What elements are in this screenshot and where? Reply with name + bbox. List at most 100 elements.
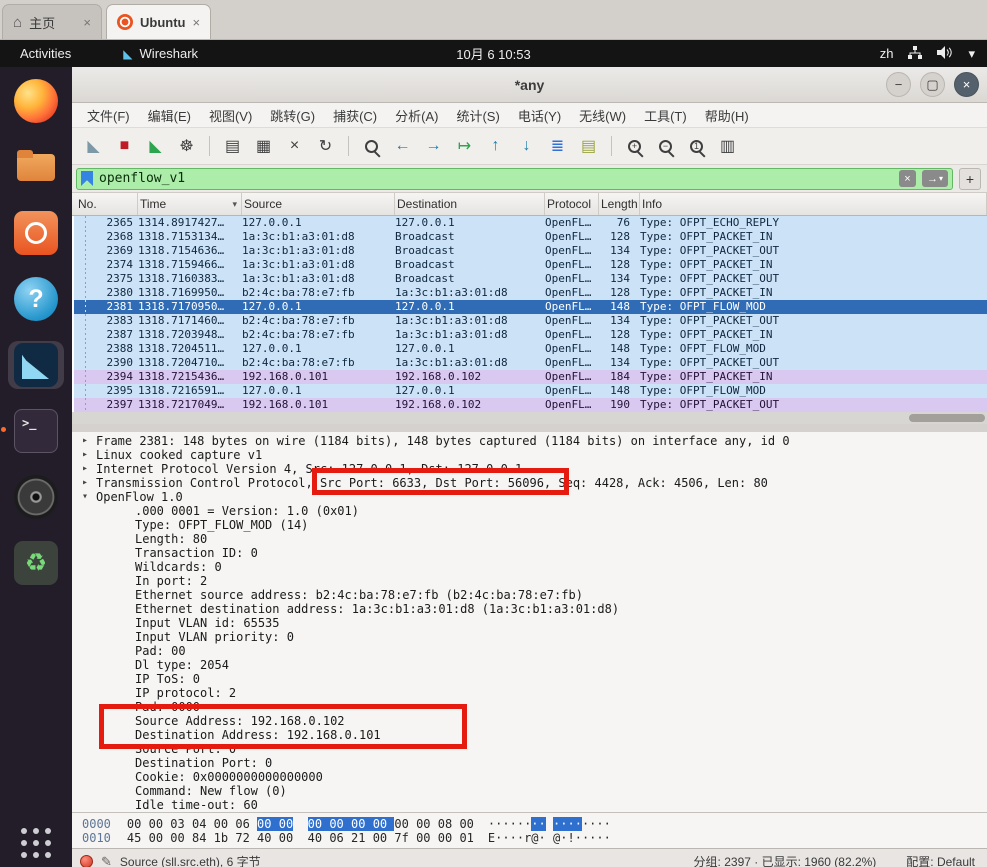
- expander-icon[interactable]: [121, 560, 135, 574]
- detail-line[interactable]: Pad: 0000: [82, 700, 987, 714]
- expander-icon[interactable]: [121, 728, 135, 742]
- column-header[interactable]: Protocol: [545, 193, 599, 215]
- packet-row[interactable]: 2381 1318.7170950… 127.0.0.1 127.0.0.1 O…: [74, 300, 987, 314]
- expander-icon[interactable]: [121, 798, 135, 812]
- detail-line[interactable]: Input VLAN id: 65535: [82, 616, 987, 630]
- expander-icon[interactable]: [121, 532, 135, 546]
- column-header[interactable]: Length: [599, 193, 640, 215]
- pane-splitter[interactable]: [72, 424, 987, 432]
- help-icon[interactable]: ?: [8, 275, 64, 323]
- expander-icon[interactable]: [121, 588, 135, 602]
- detail-line[interactable]: Frame 2381: 148 bytes on wire (1184 bits…: [82, 434, 987, 448]
- detail-line[interactable]: Source Port: 0: [82, 742, 987, 756]
- zoom-in-button[interactable]: +: [621, 133, 648, 160]
- hex-row[interactable]: 0000 00 00 03 04 00 06 00 00 00 00 00 00 …: [82, 817, 987, 831]
- zoom-reset-button[interactable]: 1: [683, 133, 710, 160]
- detail-line[interactable]: Destination Address: 192.168.0.101: [82, 728, 987, 742]
- tab-home[interactable]: ⌂ 主页 ×: [2, 4, 102, 39]
- expander-icon[interactable]: [82, 448, 96, 462]
- expander-icon[interactable]: [121, 742, 135, 756]
- detail-line[interactable]: Linux cooked capture v1: [82, 448, 987, 462]
- firefox-icon[interactable]: [8, 77, 64, 125]
- detail-line[interactable]: Source Address: 192.168.0.102: [82, 714, 987, 728]
- detail-line[interactable]: Type: OFPT_FLOW_MOD (14): [82, 518, 987, 532]
- expander-icon[interactable]: [121, 700, 135, 714]
- scrollbar-thumb[interactable]: [909, 414, 985, 422]
- system-menu-caret-icon[interactable]: ▾: [968, 46, 975, 62]
- find-packet-button[interactable]: [358, 133, 385, 160]
- detail-line[interactable]: IP ToS: 0: [82, 672, 987, 686]
- close-tab-icon[interactable]: ×: [192, 15, 200, 30]
- media-disc-icon[interactable]: [8, 473, 64, 521]
- expander-icon[interactable]: [121, 770, 135, 784]
- bookmark-icon[interactable]: [81, 171, 93, 186]
- menu-help[interactable]: 帮助(H): [696, 103, 758, 128]
- show-applications-button[interactable]: [21, 828, 51, 858]
- detail-line[interactable]: Dl type: 2054: [82, 658, 987, 672]
- detail-line[interactable]: OpenFlow 1.0: [82, 490, 987, 504]
- reload-button[interactable]: ↻: [312, 133, 339, 160]
- menu-edit[interactable]: 编辑(E): [139, 103, 200, 128]
- open-file-button[interactable]: ▤: [219, 133, 246, 160]
- zoom-out-button[interactable]: −: [652, 133, 679, 160]
- go-back-button[interactable]: ←: [389, 133, 416, 160]
- go-to-packet-button[interactable]: ↦: [451, 133, 478, 160]
- packet-row[interactable]: 2368 1318.7153134… 1a:3c:b1:a3:01:d8 Bro…: [74, 230, 987, 244]
- capture-comment-icon[interactable]: ✎: [101, 854, 112, 867]
- apply-filter-button[interactable]: → ▾: [922, 170, 948, 187]
- packet-row[interactable]: 2394 1318.7215436… 192.168.0.101 192.168…: [74, 370, 987, 384]
- resize-columns-button[interactable]: ▥: [714, 133, 741, 160]
- toolbar-separator[interactable]: [348, 136, 349, 156]
- expander-icon[interactable]: [121, 784, 135, 798]
- detail-line[interactable]: Destination Port: 0: [82, 756, 987, 770]
- files-icon[interactable]: [8, 143, 64, 191]
- packet-row[interactable]: 2365 1314.8917427… 127.0.0.1 127.0.0.1 O…: [74, 216, 987, 230]
- wireshark-dock-icon[interactable]: [8, 341, 64, 389]
- packet-row[interactable]: 2397 1318.7217049… 192.168.0.101 192.168…: [74, 398, 987, 412]
- packet-row[interactable]: 2369 1318.7154636… 1a:3c:b1:a3:01:d8 Bro…: [74, 244, 987, 258]
- expander-icon[interactable]: [121, 756, 135, 770]
- detail-line[interactable]: Ethernet source address: b2:4c:ba:78:e7:…: [82, 588, 987, 602]
- menu-tools[interactable]: 工具(T): [635, 103, 696, 128]
- close-file-button[interactable]: ×: [281, 133, 308, 160]
- expander-icon[interactable]: [121, 518, 135, 532]
- menu-go[interactable]: 跳转(G): [261, 103, 324, 128]
- expander-icon[interactable]: [121, 630, 135, 644]
- packet-row[interactable]: 2375 1318.7160383… 1a:3c:b1:a3:01:d8 Bro…: [74, 272, 987, 286]
- stop-capture-button[interactable]: ■: [111, 133, 138, 160]
- network-icon[interactable]: [908, 45, 923, 62]
- expander-icon[interactable]: [121, 658, 135, 672]
- expander-icon[interactable]: [121, 672, 135, 686]
- packet-row[interactable]: 2390 1318.7204710… b2:4c:ba:78:e7:fb 1a:…: [74, 356, 987, 370]
- activities-button[interactable]: Activities: [20, 46, 71, 61]
- detail-line[interactable]: .000 0001 = Version: 1.0 (0x01): [82, 504, 987, 518]
- column-header[interactable]: No.: [74, 193, 138, 215]
- maximize-button[interactable]: ▢: [920, 72, 945, 97]
- tab-ubuntu[interactable]: Ubuntu ×: [106, 4, 212, 39]
- go-top-button[interactable]: ↑: [482, 133, 509, 160]
- clock[interactable]: 10月 6 10:53: [456, 44, 530, 63]
- input-language-indicator[interactable]: zh: [880, 46, 894, 61]
- menu-view[interactable]: 视图(V): [200, 103, 261, 128]
- menu-wireless[interactable]: 无线(W): [570, 103, 635, 128]
- detail-line[interactable]: Cookie: 0x0000000000000000: [82, 770, 987, 784]
- app-menu-button[interactable]: ◣ Wireshark: [123, 46, 198, 61]
- menu-analyze[interactable]: 分析(A): [386, 103, 447, 128]
- column-header[interactable]: Time ▾: [138, 193, 242, 215]
- auto-scroll-button[interactable]: ≣: [544, 133, 571, 160]
- recycle-icon[interactable]: ♻: [8, 539, 64, 587]
- expander-icon[interactable]: [121, 504, 135, 518]
- packet-bytes-pane[interactable]: 0000 00 00 03 04 00 06 00 00 00 00 00 00 …: [72, 812, 987, 848]
- column-header[interactable]: Info: [640, 193, 987, 215]
- expander-icon[interactable]: [121, 616, 135, 630]
- menu-telephony[interactable]: 电话(Y): [509, 103, 570, 128]
- expander-icon[interactable]: [82, 476, 96, 490]
- column-header[interactable]: Source: [242, 193, 395, 215]
- status-profile[interactable]: 配置: Default: [906, 853, 975, 867]
- detail-line[interactable]: Input VLAN priority: 0: [82, 630, 987, 644]
- save-file-button[interactable]: ▦: [250, 133, 277, 160]
- toolbar-separator[interactable]: [611, 136, 612, 156]
- detail-line[interactable]: Idle time-out: 60: [82, 798, 987, 812]
- colorize-button[interactable]: ▤: [575, 133, 602, 160]
- detail-line[interactable]: Transaction ID: 0: [82, 546, 987, 560]
